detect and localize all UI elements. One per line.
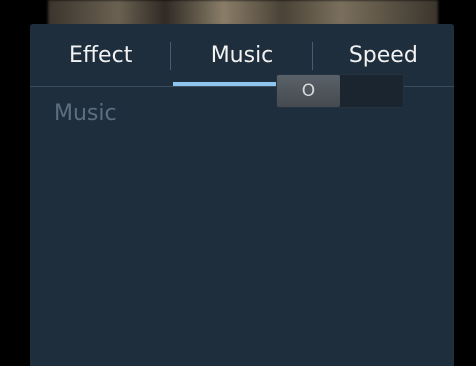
toggle-off-indicator: O xyxy=(301,81,316,101)
tab-music-label: Music xyxy=(210,42,274,68)
screen: Effect Music Speed Music O xyxy=(0,0,476,366)
tab-effect[interactable]: Effect xyxy=(30,24,172,86)
video-preview-background xyxy=(48,0,438,26)
tab-effect-label: Effect xyxy=(69,42,133,68)
music-toggle-switch[interactable]: O xyxy=(276,74,404,108)
tab-speed-label: Speed xyxy=(348,42,418,68)
toggle-thumb: O xyxy=(277,75,340,107)
music-setting-label: Music xyxy=(54,101,117,126)
